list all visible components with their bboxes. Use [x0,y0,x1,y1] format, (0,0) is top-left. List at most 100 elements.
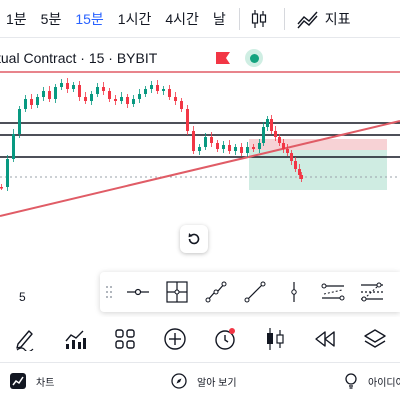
layers-button[interactable] [355,317,395,361]
drag-handle[interactable] [100,285,118,299]
timeframe-1h[interactable]: 1시간 [111,0,159,38]
compass-icon [171,373,187,389]
candle-body [198,147,201,151]
divider [283,7,285,30]
chart-toolbar [0,317,400,361]
candle-body [30,99,33,105]
candle-body [138,94,141,99]
add-button[interactable] [155,317,195,361]
grid-icon [115,329,135,349]
candle-body [204,137,207,147]
candle-body [192,131,195,151]
nav-chart[interactable]: 차트 [10,373,54,389]
candle-body [258,143,261,149]
candle-body [290,153,293,161]
chart-type-button[interactable] [255,317,295,361]
reset-icon [188,233,200,245]
reset-button[interactable] [180,225,208,253]
candle-body [18,109,21,134]
timeframe-1m[interactable]: 1분 [0,0,34,38]
candle-body [222,145,225,149]
candle-body [294,161,297,169]
candle-body [168,89,171,97]
rewind-icon [315,331,335,347]
candle-body [120,97,123,101]
candle-body [36,97,39,105]
candle-body [270,119,273,131]
candle-body [24,99,27,109]
vertical-line-tool[interactable] [274,272,313,312]
cross-line-tool[interactable] [157,272,196,312]
candle-body [48,91,51,99]
timeframe-4h[interactable]: 4시간 [158,0,206,38]
nav-explore-label: 알아 보기 [197,377,237,389]
price-chart[interactable]: tual Contract · 15 · BYBIT 5 [0,39,400,310]
candle-body [274,131,277,137]
chart-canvas[interactable] [0,39,400,310]
candle-body [6,159,9,187]
chart-logo-icon [10,373,26,389]
bottom-navigation: 차트 알아 보기 아이디어 [0,362,400,400]
nav-ideas-label: 아이디어 [368,377,400,389]
top-toolbar: 1분 5분 15분 1시간 4시간 날 지표 [0,0,400,38]
candle-body [266,119,269,127]
candle-body [108,91,111,99]
candle-body [300,175,303,179]
horizontal-ray-tool[interactable] [118,272,157,312]
candle-body [234,147,237,151]
fib-retracement-icon [360,282,383,302]
candle-body [180,101,183,109]
candle-body [162,89,165,91]
symbol-title: tual Contract · 15 · BYBIT [0,50,158,66]
flag-icon[interactable] [216,52,230,64]
time-axis-label: 5 [19,290,26,304]
candle-body [298,169,301,175]
candle-body [12,134,15,159]
candles-icon[interactable] [246,0,272,38]
candle-body [240,147,243,153]
candle-body [90,94,93,101]
candle-body [156,85,159,91]
layouts-button[interactable] [105,317,145,361]
timeframe-5m[interactable]: 5분 [34,0,69,38]
trend-line-icon [244,281,265,303]
replay-button[interactable] [305,317,345,361]
candle-body [78,85,81,97]
draw-button[interactable] [5,317,45,361]
candle-body [54,87,57,99]
reward-zone [249,150,387,190]
indicators-icon[interactable] [295,0,321,38]
candle-body [286,149,289,153]
alert-button[interactable] [205,317,245,361]
indicators-button[interactable]: 지표 [325,9,351,29]
candle-body [174,97,177,101]
parallel-channel-tool[interactable] [313,272,352,312]
pencil-icon [16,330,34,351]
timeframe-15m[interactable]: 15분 [68,0,110,38]
nav-ideas[interactable]: 아이디어 [344,373,400,389]
timeframe-1d[interactable]: 날 [206,0,233,38]
candle-body [252,147,255,149]
candle-body [42,91,45,97]
vertical-line-icon [290,282,297,302]
candle-body [66,83,69,89]
line-chart-icon [65,330,86,349]
candle-body [150,85,153,89]
parallel-channel-icon [321,283,344,301]
candle-body [60,83,63,87]
horizontal-ray-icon [126,288,149,296]
fib-retracement-tool[interactable] [352,272,391,312]
nav-chart-label: 차트 [36,377,55,389]
plus-circle-icon [164,328,186,350]
compare-button[interactable] [55,317,95,361]
trend-line-tool[interactable] [235,272,274,312]
nav-explore[interactable]: 알아 보기 [171,373,237,389]
candle-body [282,143,285,149]
layers-icon [364,329,386,348]
live-indicator [245,49,263,67]
symbol-legend[interactable]: tual Contract · 15 · BYBIT [0,47,157,69]
drawing-toolbar [100,272,400,312]
candle-body [132,99,135,104]
candle-body [246,147,249,153]
trend-angle-tool[interactable] [196,272,235,312]
